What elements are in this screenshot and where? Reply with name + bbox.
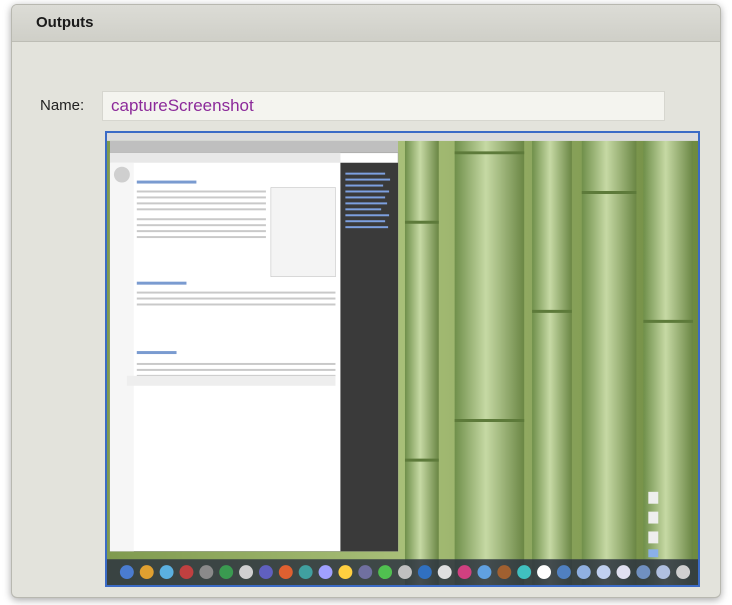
screenshot-image	[107, 133, 698, 585]
section-title: Outputs	[12, 5, 720, 42]
name-label: Name:	[40, 97, 85, 114]
outputs-panel: Outputs Name: captureScreenshot	[11, 4, 721, 598]
name-field[interactable]: captureScreenshot	[102, 91, 665, 121]
screenshot-preview	[105, 131, 700, 587]
